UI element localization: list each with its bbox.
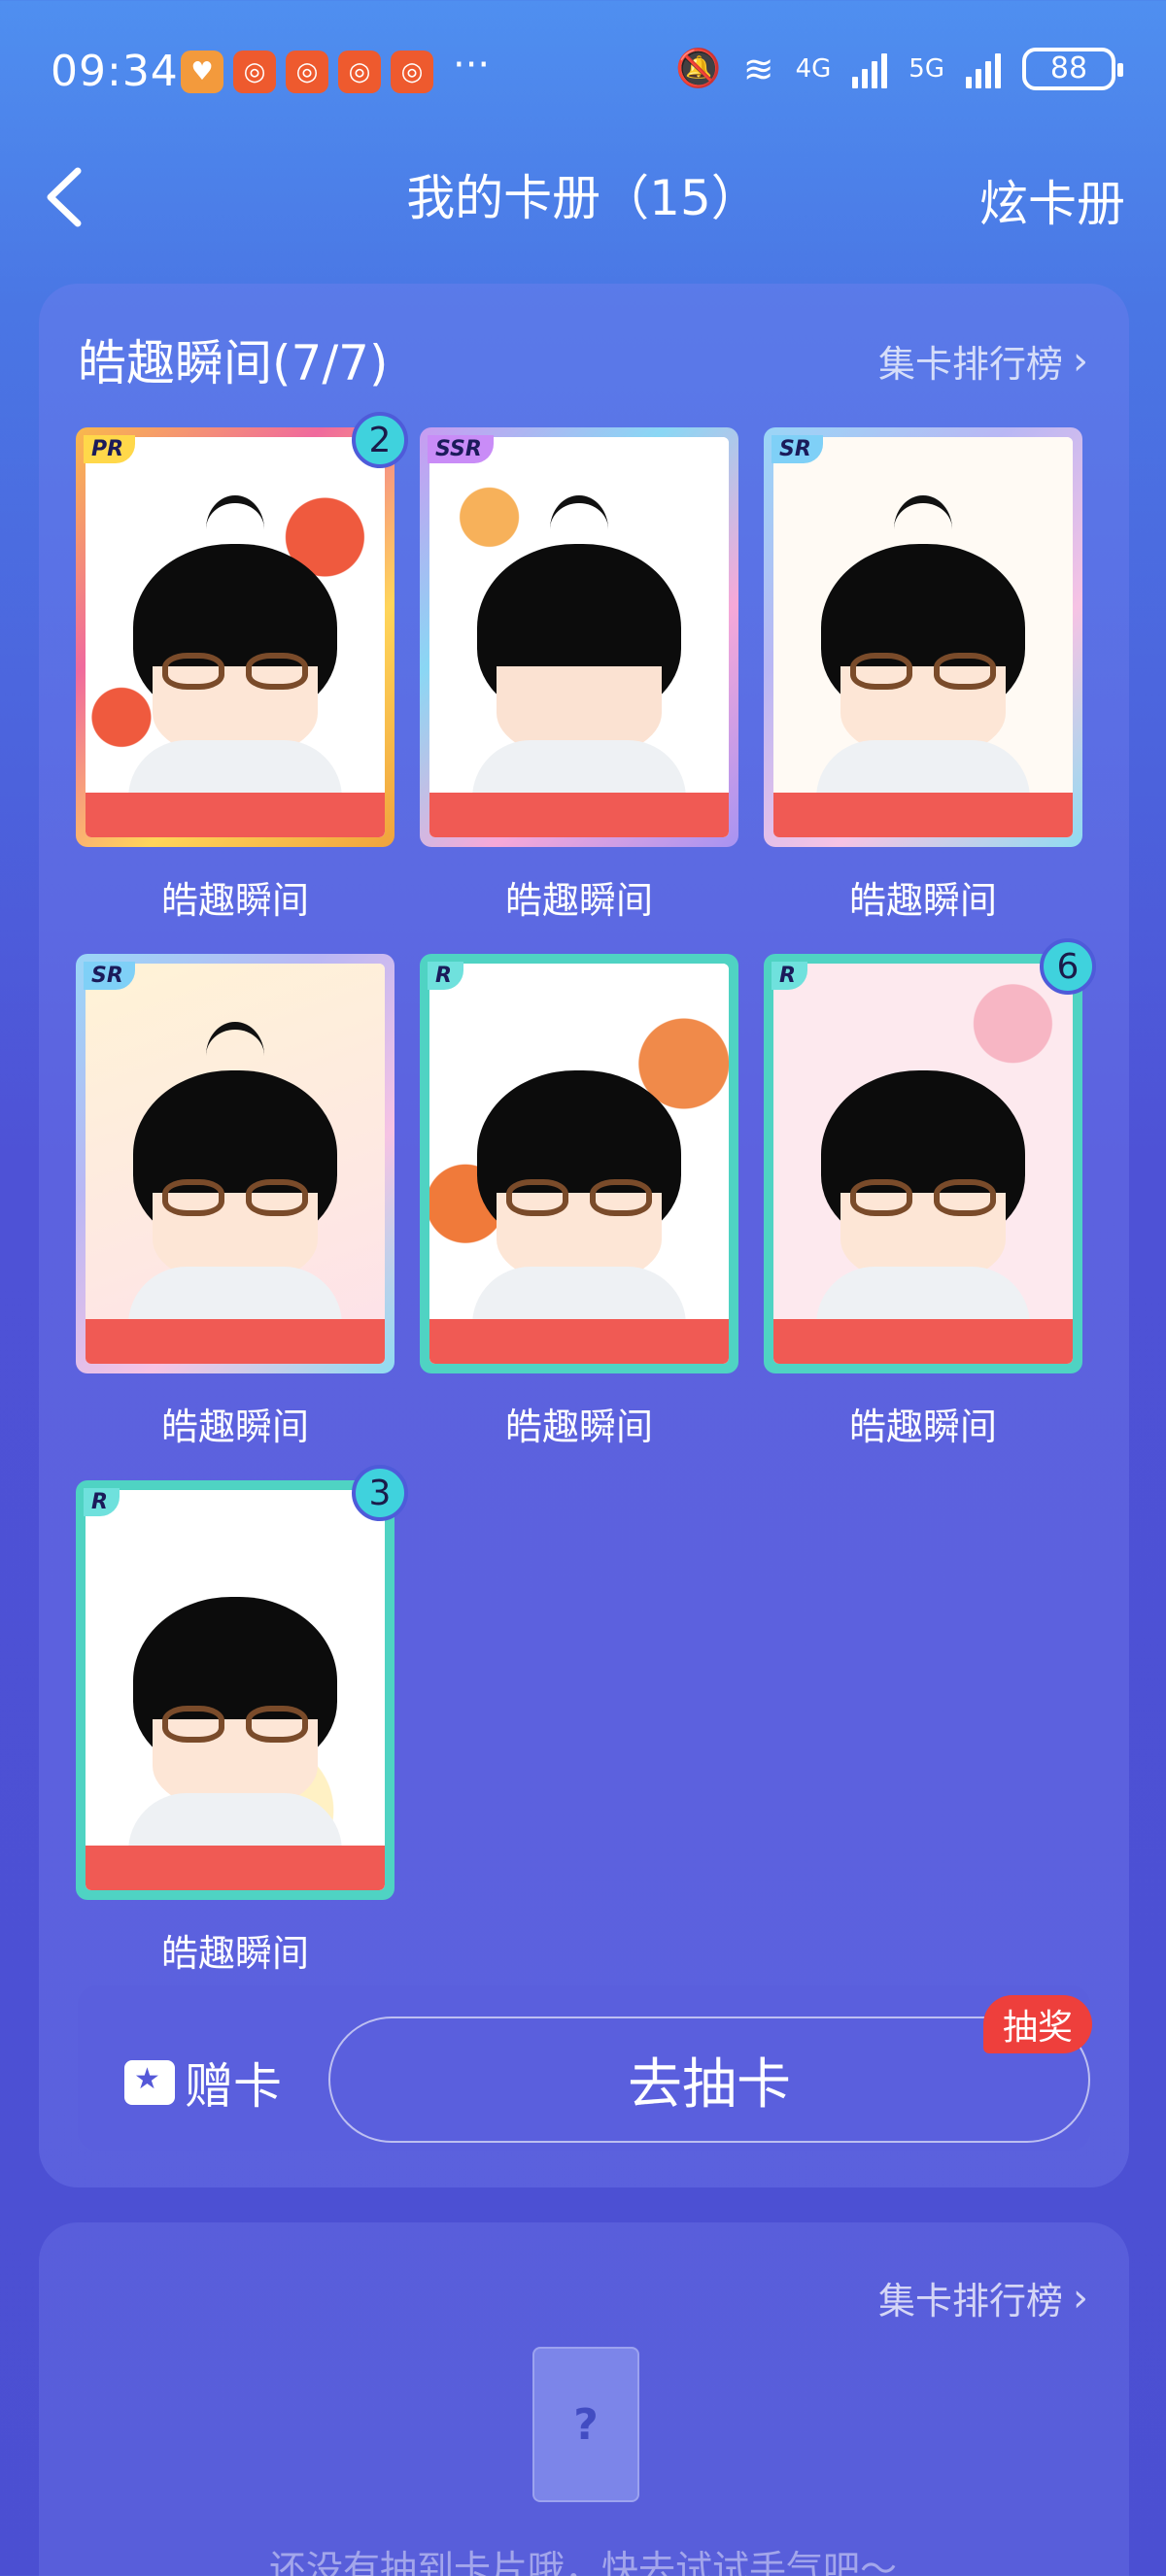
card-item[interactable]: SR [76, 954, 394, 1373]
mute-bell-icon: 🔕 [675, 47, 722, 89]
card-artwork [429, 964, 729, 1364]
chevron-right-icon: › [1073, 2275, 1088, 2321]
empty-state-text: 还没有抽到卡片哦，快去试试手气吧～ [268, 2548, 897, 2576]
status-time: 09:34 [51, 47, 179, 96]
card-name: 皓趣瞬间 [504, 879, 653, 922]
card-item[interactable]: PR [76, 427, 394, 847]
card-item[interactable]: R [420, 954, 738, 1373]
card-item[interactable]: SR [764, 427, 1082, 847]
chevron-right-icon: › [1073, 338, 1088, 384]
card-item[interactable]: SSR [420, 427, 738, 847]
rarity-label: SSR [428, 435, 494, 463]
card-artwork [86, 437, 385, 837]
kuaishou-app-icon: ◎ [233, 51, 276, 93]
card-name: 皓趣瞬间 [848, 1406, 997, 1448]
gift-card-icon [124, 2060, 175, 2105]
kuaishou-app-icon: ◎ [391, 51, 433, 93]
empty-card-placeholder: ? [532, 2347, 639, 2502]
gift-card-button[interactable]: 赠卡 [124, 2048, 282, 2118]
rarity-label: PR [84, 435, 136, 463]
signal-icon [852, 50, 888, 88]
rarity-label: SR [772, 435, 823, 463]
card-artwork [86, 964, 385, 1364]
card-name: 皓趣瞬间 [160, 1406, 309, 1448]
collection-ranking-link[interactable]: 集卡排行榜 › [878, 2271, 1088, 2324]
gift-card-label: 赠卡 [185, 2058, 282, 2115]
system-indicators: 🔕 ≋ 4G 5G 88 [675, 47, 1123, 90]
card-count-badge: 6 [1040, 938, 1096, 995]
card-name: 皓趣瞬间 [848, 879, 997, 922]
card-artwork [86, 1490, 385, 1890]
collection-ranking-link[interactable]: 集卡排行榜 › [878, 334, 1088, 388]
card-item[interactable]: R [76, 1480, 394, 1900]
signal-icon [966, 50, 1001, 88]
battery-icon: 88 [1022, 47, 1123, 90]
wifi-icon: ≋ [742, 47, 774, 90]
network-4g-label: 4G [795, 53, 832, 84]
kuaishou-app-icon: ◎ [286, 51, 328, 93]
card-name: 皓趣瞬间 [160, 879, 309, 922]
network-5g-label: 5G [909, 53, 944, 84]
card-artwork [773, 964, 1073, 1364]
card-item[interactable]: R [764, 954, 1082, 1373]
heart-app-icon: ♥ [181, 51, 223, 93]
showcase-album-button[interactable]: 炫卡册 [979, 165, 1125, 235]
card-artwork [429, 437, 729, 837]
notification-icons: ♥ ◎ ◎ ◎ ◎ [181, 51, 433, 93]
album-title: 皓趣瞬间(7/7) [78, 335, 389, 391]
card-name: 皓趣瞬间 [160, 1932, 309, 1975]
overflow-dots: ··· [453, 43, 491, 87]
status-bar: 09:34 ♥ ◎ ◎ ◎ ◎ ··· 🔕 ≋ 4G 5G 88 [0, 0, 1166, 146]
ranking-link-label: 集卡排行榜 [877, 2280, 1063, 2322]
kuaishou-app-icon: ◎ [338, 51, 381, 93]
draw-card-button[interactable]: 去抽卡 [328, 2017, 1090, 2143]
lottery-tag: 抽奖 [983, 1995, 1092, 2053]
card-artwork [773, 437, 1073, 837]
ranking-link-label: 集卡排行榜 [877, 343, 1063, 386]
rarity-label: SR [84, 962, 135, 990]
card-count-badge: 2 [352, 412, 408, 468]
card-name: 皓趣瞬间 [504, 1406, 653, 1448]
card-count-badge: 3 [352, 1465, 408, 1521]
